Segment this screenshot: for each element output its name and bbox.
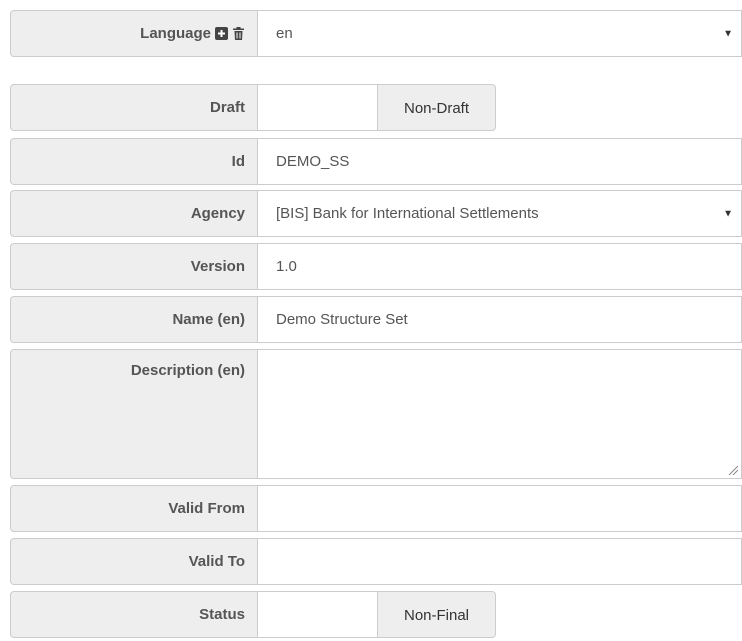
name-input[interactable]: Demo Structure Set [258, 296, 742, 343]
version-label: Version [190, 258, 245, 275]
id-row: Id DEMO_SS [10, 138, 742, 185]
status-toggle[interactable]: Non-Final [258, 591, 496, 638]
draft-label: Draft [209, 99, 245, 116]
status-label-cell: Status [10, 591, 258, 638]
version-input[interactable]: 1.0 [258, 243, 742, 290]
name-label-cell: Name (en) [10, 296, 258, 343]
structure-set-form: Language en ▼ Draft Non-Draft Id DEMO_SS… [0, 0, 742, 641]
agency-select[interactable]: [BIS] Bank for International Settlements… [258, 190, 742, 237]
caret-down-icon: ▼ [723, 208, 733, 219]
description-textarea[interactable] [258, 349, 742, 479]
version-label-cell: Version [10, 243, 258, 290]
valid-to-row: Valid To [10, 538, 742, 585]
valid-to-label-cell: Valid To [10, 538, 258, 585]
language-row: Language en ▼ [10, 10, 742, 57]
description-row: Description (en) [10, 349, 742, 479]
draft-row: Draft Non-Draft [10, 84, 496, 131]
id-label-cell: Id [10, 138, 258, 185]
version-row: Version 1.0 [10, 243, 742, 290]
draft-toggle[interactable]: Non-Draft [258, 84, 496, 131]
id-input[interactable]: DEMO_SS [258, 138, 742, 185]
draft-toggle-blank[interactable] [258, 84, 377, 131]
valid-to-input[interactable] [258, 538, 742, 585]
version-value: 1.0 [276, 258, 297, 275]
language-select[interactable]: en ▼ [258, 10, 742, 57]
name-label: Name (en) [172, 311, 245, 328]
valid-from-row: Valid From [10, 485, 742, 532]
description-label-cell: Description (en) [10, 349, 258, 479]
agency-label-cell: Agency [10, 190, 258, 237]
draft-label-cell: Draft [10, 84, 258, 131]
status-toggle-option[interactable]: Non-Final [377, 591, 496, 638]
resize-handle-icon[interactable] [728, 465, 738, 475]
language-label: Language [140, 25, 211, 42]
agency-value: [BIS] Bank for International Settlements [276, 205, 539, 222]
language-value: en [276, 25, 293, 42]
status-label: Status [199, 606, 245, 623]
valid-from-input[interactable] [258, 485, 742, 532]
language-label-cell: Language [10, 10, 258, 57]
valid-from-label: Valid From [168, 500, 245, 517]
status-row: Status Non-Final [10, 591, 496, 638]
id-value: DEMO_SS [276, 153, 350, 170]
description-label: Description (en) [130, 362, 245, 379]
plus-square-icon[interactable] [215, 27, 228, 40]
valid-to-label: Valid To [188, 553, 245, 570]
agency-row: Agency [BIS] Bank for International Sett… [10, 190, 742, 237]
draft-toggle-option[interactable]: Non-Draft [377, 84, 496, 131]
status-toggle-blank[interactable] [258, 591, 377, 638]
id-label: Id [231, 153, 245, 170]
trash-icon[interactable] [232, 27, 245, 40]
caret-down-icon: ▼ [723, 28, 733, 39]
valid-from-label-cell: Valid From [10, 485, 258, 532]
name-value: Demo Structure Set [276, 311, 408, 328]
name-row: Name (en) Demo Structure Set [10, 296, 742, 343]
agency-label: Agency [190, 205, 245, 222]
